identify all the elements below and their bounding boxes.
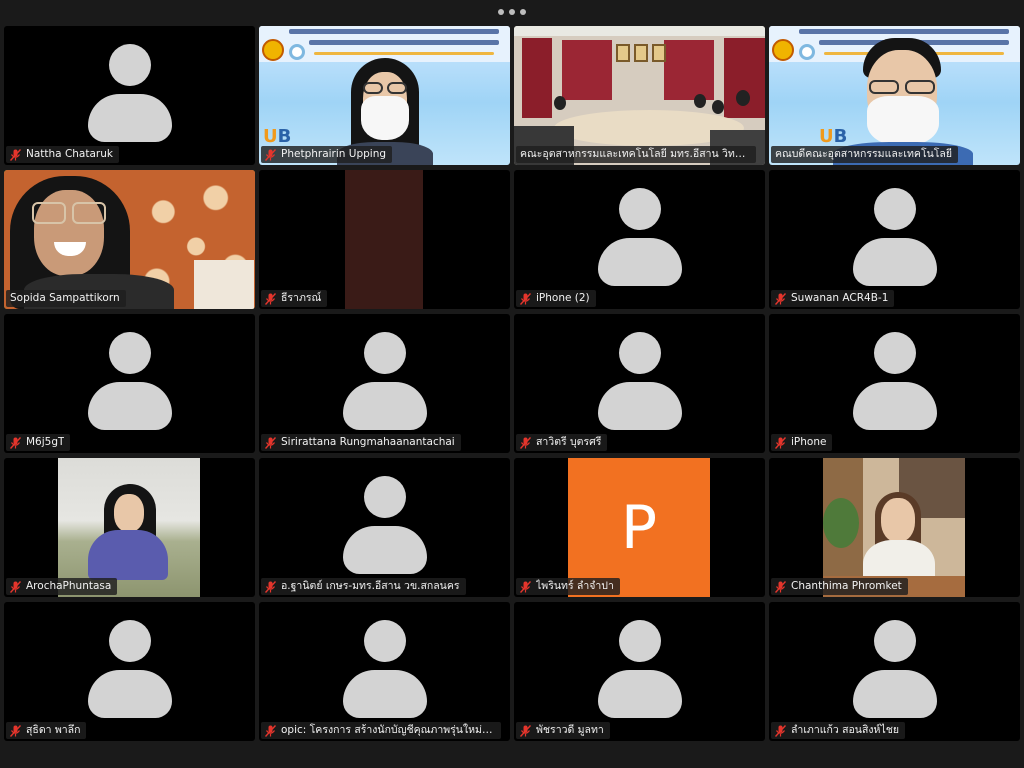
mic-off-icon xyxy=(520,724,531,737)
participant-tile[interactable]: สาวิตรี บุตรศรี xyxy=(514,314,765,453)
mic-off-icon xyxy=(10,580,21,593)
more-options-icon[interactable] xyxy=(498,6,526,18)
participant-tile[interactable]: ArochaPhuntasa xyxy=(4,458,255,597)
participant-name-tag: Chanthima Phromket xyxy=(771,578,908,595)
mic-off-icon xyxy=(775,292,786,305)
avatar-placeholder-icon xyxy=(852,188,937,288)
participant-tile[interactable]: UB คณบดีคณะอุตสาหกรรมและเทคโนโลยี xyxy=(769,26,1020,165)
participant-tile[interactable]: พัชราวดี มูลทา xyxy=(514,602,765,741)
participant-name-tag: ไพรินทร์ ลำจำปา xyxy=(516,578,620,595)
avatar-placeholder-icon xyxy=(597,620,682,720)
mic-off-icon xyxy=(520,580,531,593)
mic-off-icon xyxy=(775,580,786,593)
avatar-placeholder-icon xyxy=(342,620,427,720)
participant-tile[interactable]: สุธิดา พาลึก xyxy=(4,602,255,741)
participant-name-tag: iPhone (2) xyxy=(516,290,596,307)
participant-name-tag: คณบดีคณะอุตสาหกรรมและเทคโนโลยี xyxy=(771,146,958,163)
mic-off-icon xyxy=(265,580,276,593)
participant-tile[interactable]: Sirirattana Rungmahaanantachai xyxy=(259,314,510,453)
participant-video xyxy=(4,170,255,309)
mic-off-icon xyxy=(520,436,531,449)
participant-name-tag: Sopida Sampattikorn xyxy=(6,290,126,307)
participant-video xyxy=(58,458,200,597)
zoom-gallery-view: Nattha Chataruk UB Phetphrairin Upping ค… xyxy=(0,0,1024,768)
participant-video xyxy=(345,170,423,309)
participant-name-tag: ลำเภาแก้ว สอนสิงห์ไชย xyxy=(771,722,906,739)
participant-tile[interactable]: P ไพรินทร์ ลำจำปา xyxy=(514,458,765,597)
participant-video xyxy=(823,458,965,597)
participant-name-tag: คณะอุตสาหกรรมและเทคโนโลยี มทร.อีสาน วิทย… xyxy=(516,146,756,163)
participant-name-tag: สุธิดา พาลึก xyxy=(6,722,87,739)
mic-off-icon xyxy=(10,436,21,449)
participant-name-tag: ArochaPhuntasa xyxy=(6,578,118,595)
mic-off-icon xyxy=(265,724,276,737)
mic-off-icon xyxy=(775,436,786,449)
mic-off-icon xyxy=(10,148,21,161)
participant-tile-active-speaker[interactable]: Sopida Sampattikorn xyxy=(4,170,255,309)
participant-tile[interactable]: iPhone xyxy=(769,314,1020,453)
participant-name-tag: อ.ฐานิตย์ เกษร-มทร.อีสาน วข.สกลนคร xyxy=(261,578,466,595)
participant-name-tag: iPhone xyxy=(771,434,833,451)
participant-tile[interactable]: Chanthima Phromket xyxy=(769,458,1020,597)
participant-name-tag: M6j5gT xyxy=(6,434,71,451)
participant-name-tag: ธีราภรณ์ xyxy=(261,290,328,307)
initial-avatar: P xyxy=(568,458,710,597)
participant-tile[interactable]: อ.ฐานิตย์ เกษร-มทร.อีสาน วข.สกลนคร xyxy=(259,458,510,597)
participant-tile[interactable]: ลำเภาแก้ว สอนสิงห์ไชย xyxy=(769,602,1020,741)
participant-name-tag: opic: โครงการ สร้างนักบัญชีคุณภาพรุ่นใหม… xyxy=(261,722,501,739)
participant-name-tag: Suwanan ACR4B-1 xyxy=(771,290,895,307)
mic-off-icon xyxy=(265,436,276,449)
top-bar xyxy=(0,0,1024,24)
avatar-placeholder-icon xyxy=(87,332,172,432)
mic-off-icon xyxy=(775,724,786,737)
video-grid: Nattha Chataruk UB Phetphrairin Upping ค… xyxy=(4,26,1020,742)
participant-name-tag: พัชราวดี มูลทา xyxy=(516,722,610,739)
avatar-placeholder-icon xyxy=(87,620,172,720)
participant-tile[interactable]: Nattha Chataruk xyxy=(4,26,255,165)
participant-tile[interactable]: ธีราภรณ์ xyxy=(259,170,510,309)
participant-name-tag: Sirirattana Rungmahaanantachai xyxy=(261,434,461,451)
avatar-placeholder-icon xyxy=(597,332,682,432)
participant-tile[interactable]: UB Phetphrairin Upping xyxy=(259,26,510,165)
participant-tile[interactable]: คณะอุตสาหกรรมและเทคโนโลยี มทร.อีสาน วิทย… xyxy=(514,26,765,165)
participant-tile[interactable]: M6j5gT xyxy=(4,314,255,453)
participant-tile[interactable]: opic: โครงการ สร้างนักบัญชีคุณภาพรุ่นใหม… xyxy=(259,602,510,741)
participant-name-tag: Phetphrairin Upping xyxy=(261,146,393,163)
avatar-placeholder-icon xyxy=(597,188,682,288)
avatar-placeholder-icon xyxy=(852,620,937,720)
avatar-placeholder-icon xyxy=(852,332,937,432)
mic-off-icon xyxy=(10,724,21,737)
participant-name-tag: สาวิตรี บุตรศรี xyxy=(516,434,608,451)
mic-off-icon xyxy=(520,292,531,305)
participant-tile[interactable]: Suwanan ACR4B-1 xyxy=(769,170,1020,309)
participant-name-tag: Nattha Chataruk xyxy=(6,146,119,163)
avatar-placeholder-icon xyxy=(87,44,172,144)
avatar-placeholder-icon xyxy=(342,332,427,432)
mic-off-icon xyxy=(265,292,276,305)
participant-video xyxy=(514,26,765,165)
participant-tile[interactable]: iPhone (2) xyxy=(514,170,765,309)
avatar-placeholder-icon xyxy=(342,476,427,576)
participant-video: UB xyxy=(259,26,510,165)
participant-video: UB xyxy=(769,26,1020,165)
mic-off-icon xyxy=(265,148,276,161)
